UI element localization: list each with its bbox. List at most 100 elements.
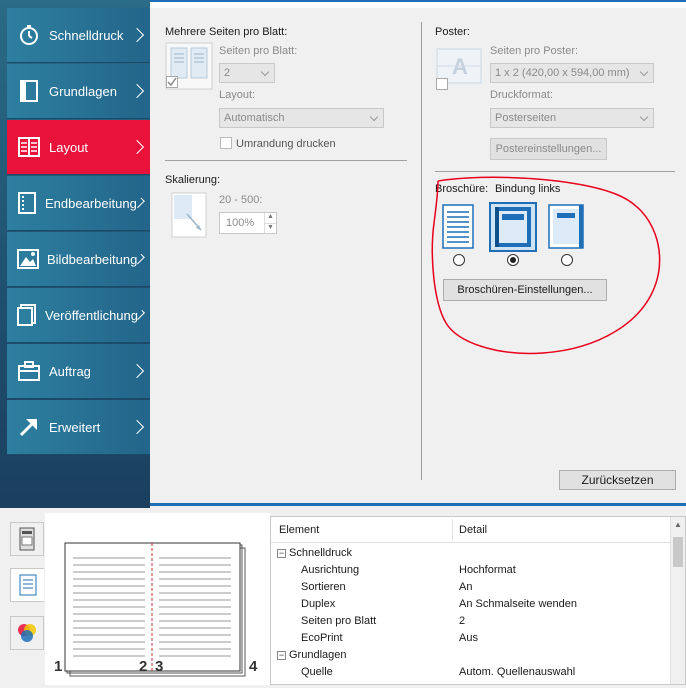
sidebar-item-schnelldruck[interactable]: Schnelldruck bbox=[7, 8, 150, 63]
detail-cell: Autom. Quellenauswahl bbox=[459, 666, 576, 678]
sidebar-item-label: Grundlagen bbox=[49, 83, 117, 99]
layout-select[interactable]: Automatisch bbox=[219, 108, 384, 128]
layout-panel: Mehrere Seiten pro Blatt: Seiten pro Bla… bbox=[150, 8, 686, 506]
umrandung-checkbox[interactable] bbox=[220, 137, 232, 149]
sidebar-item-layout[interactable]: Layout bbox=[7, 120, 150, 175]
image-icon bbox=[17, 247, 39, 271]
element-cell: Grundlagen bbox=[289, 649, 347, 661]
table-row[interactable]: EcoPrint Aus bbox=[271, 630, 671, 647]
arrow-icon bbox=[17, 415, 41, 439]
detail-cell: Aus bbox=[459, 632, 478, 644]
element-cell: Quelle bbox=[301, 666, 333, 678]
table-group-row[interactable]: − Schnelldruck bbox=[271, 545, 671, 562]
seiten-pro-poster-value: 1 x 2 (420,00 x 594,00 mm) bbox=[495, 67, 630, 79]
poster-checkbox[interactable] bbox=[436, 78, 448, 90]
page-number-1: 1 bbox=[54, 658, 63, 675]
job-icon bbox=[17, 359, 41, 383]
divider-band bbox=[150, 503, 686, 506]
table-row[interactable]: Quelle Autom. Quellenauswahl bbox=[271, 664, 671, 681]
finishing-icon bbox=[17, 191, 37, 215]
chevron-right-icon bbox=[129, 83, 145, 99]
chevron-down-icon bbox=[639, 112, 649, 122]
table-row[interactable]: Seiten pro Blatt 2 bbox=[271, 613, 671, 630]
umrandung-label: Umrandung drucken bbox=[236, 138, 336, 150]
divider bbox=[165, 160, 407, 161]
tab-document[interactable] bbox=[10, 568, 44, 602]
chevron-right-icon bbox=[129, 139, 145, 155]
chevron-right-icon bbox=[129, 419, 145, 435]
settings-table: Element Detail − Schnelldruck Ausrichtung H… bbox=[270, 516, 686, 685]
element-cell: EcoPrint bbox=[301, 632, 343, 644]
seiten-pro-blatt-label: Seiten pro Blatt: bbox=[219, 45, 298, 57]
chevron-down-icon bbox=[260, 67, 270, 77]
top-accent-line bbox=[150, 0, 686, 8]
spinner-up-icon[interactable]: ▲ bbox=[264, 213, 276, 223]
tab-printer[interactable] bbox=[10, 522, 44, 556]
seiten-pro-poster-select[interactable]: 1 x 2 (420,00 x 594,00 mm) bbox=[490, 63, 654, 83]
chevron-down-icon bbox=[369, 112, 379, 122]
scaling-preview-icon bbox=[171, 192, 207, 238]
bottom-area: 1 2 3 4 Element Detail − Schnelldruck Ausr… bbox=[0, 508, 686, 685]
chevron-down-icon bbox=[639, 67, 649, 77]
divider bbox=[435, 171, 675, 172]
detail-cell: An bbox=[459, 581, 473, 593]
sidebar-item-veroffentlichung[interactable]: Veröffentlichung bbox=[7, 288, 150, 343]
color-icon bbox=[18, 624, 36, 642]
page-number-3: 3 bbox=[155, 658, 164, 675]
vertical-scrollbar[interactable]: ▲ bbox=[670, 517, 685, 684]
sidebar-item-label: Schnelldruck bbox=[49, 27, 124, 43]
chevron-right-icon bbox=[129, 27, 145, 43]
publishing-icon bbox=[17, 303, 37, 327]
mehrere-seiten-heading: Mehrere Seiten pro Blatt: bbox=[165, 26, 288, 38]
seiten-pro-blatt-select[interactable]: 2 bbox=[219, 63, 275, 83]
tab-color[interactable] bbox=[10, 616, 44, 650]
col-detail-header[interactable]: Detail bbox=[459, 524, 487, 536]
sidebar-item-label: Erweitert bbox=[49, 419, 101, 435]
sidebar-item-label: Veröffentlichung bbox=[45, 307, 138, 323]
sidebar-item-endbearbeitung[interactable]: Endbearbeitung bbox=[7, 176, 150, 231]
sidebar-item-label: Auftrag bbox=[49, 363, 91, 379]
sidebar-item-auftrag[interactable]: Auftrag bbox=[7, 344, 150, 399]
druckformat-select[interactable]: Posterseiten bbox=[490, 108, 654, 128]
table-row[interactable]: Sortieren An bbox=[271, 579, 671, 596]
layout-value: Automatisch bbox=[224, 112, 285, 124]
sidebar: Schnelldruck Grundlagen Layout Endbearbe… bbox=[0, 0, 150, 508]
sidebar-item-label: Endbearbeitung bbox=[45, 195, 137, 211]
chevron-right-icon bbox=[129, 363, 145, 379]
document-icon bbox=[19, 574, 36, 596]
page-icon bbox=[17, 79, 41, 103]
mehrere-seiten-checkbox[interactable] bbox=[166, 76, 178, 88]
postereinstellungen-button[interactable]: Postereinstellungen... bbox=[490, 138, 607, 160]
skalierung-heading: Skalierung: bbox=[165, 174, 221, 186]
collapse-icon[interactable]: − bbox=[277, 651, 286, 660]
printer-icon bbox=[19, 527, 35, 551]
skalierung-value: 100% bbox=[226, 217, 255, 229]
table-header: Element Detail bbox=[271, 517, 671, 543]
seiten-pro-poster-label: Seiten pro Poster: bbox=[490, 45, 579, 57]
sidebar-item-label: Bildbearbeitung bbox=[47, 251, 138, 267]
zurucksetzen-button[interactable]: Zurücksetzen bbox=[559, 470, 676, 490]
element-cell: Schnelldruck bbox=[289, 547, 352, 559]
table-row[interactable]: Duplex An Schmalseite wenden bbox=[271, 596, 671, 613]
sidebar-item-label: Layout bbox=[49, 139, 89, 155]
table-group-row[interactable]: − Grundlagen bbox=[271, 647, 671, 664]
sidebar-item-grundlagen[interactable]: Grundlagen bbox=[7, 64, 150, 119]
sidebar-item-erweitert[interactable]: Erweitert bbox=[7, 400, 150, 455]
table-row[interactable]: Ausrichtung Hochformat bbox=[271, 562, 671, 579]
sidebar-item-bildbearbeitung[interactable]: Bildbearbeitung bbox=[7, 232, 150, 287]
vertical-divider bbox=[421, 22, 422, 480]
scrollbar-thumb[interactable] bbox=[673, 537, 683, 567]
skalierung-spinner[interactable]: 100% ▲ ▼ bbox=[219, 212, 277, 234]
collapse-icon[interactable]: − bbox=[277, 549, 286, 558]
col-element-header[interactable]: Element bbox=[279, 524, 319, 536]
element-cell: Seiten pro Blatt bbox=[301, 615, 377, 627]
page-number-4: 4 bbox=[249, 658, 258, 675]
scroll-up-icon[interactable]: ▲ bbox=[674, 520, 682, 529]
layout-icon bbox=[17, 135, 41, 159]
element-cell: Sortieren bbox=[301, 581, 346, 593]
spinner-down-icon[interactable]: ▼ bbox=[264, 223, 276, 233]
element-cell: Ausrichtung bbox=[301, 564, 360, 576]
seiten-pro-blatt-value: 2 bbox=[224, 67, 231, 79]
detail-cell: Hochformat bbox=[459, 564, 516, 576]
layout-label: Layout: bbox=[219, 89, 256, 101]
